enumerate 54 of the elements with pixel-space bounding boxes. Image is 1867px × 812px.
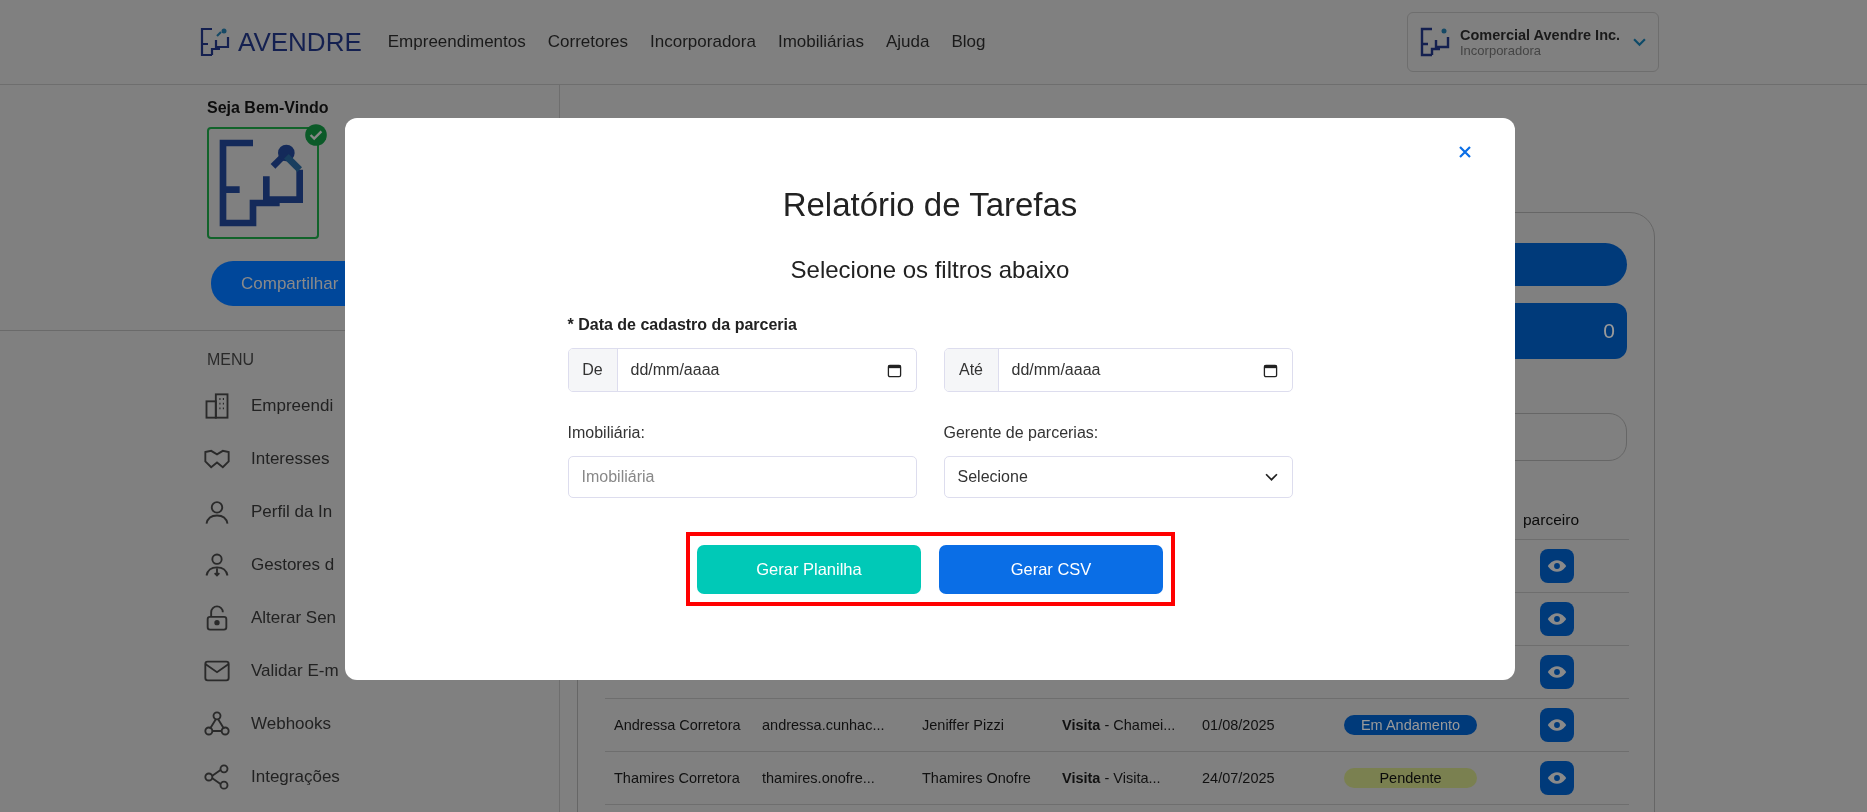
view-button[interactable] (1540, 708, 1574, 742)
view-button[interactable] (1540, 549, 1574, 583)
view-button[interactable] (1540, 602, 1574, 636)
nav-link[interactable]: Imobiliárias (777, 32, 864, 52)
table-cell: thamires.onofre... (762, 770, 875, 786)
menu-item[interactable]: Gestores d (203, 538, 559, 591)
menu-item[interactable]: Alterar Sen (203, 591, 559, 644)
table-cell: 01/08/2025 (1202, 717, 1275, 733)
nav-link[interactable]: Ajuda (885, 32, 930, 52)
nav-link[interactable]: Incorporadora (650, 32, 756, 52)
account-name: Comercial Avendre Inc. (1460, 26, 1621, 43)
menu-item[interactable]: Validar E-m (203, 644, 559, 697)
dialog-title: Relatório de Tarefas (782, 186, 1078, 224)
table-cell: Jeniffer Pizzi (922, 717, 1004, 733)
table-cell: Andressa Corretora (614, 717, 741, 733)
status-badge: Em Andamento (1344, 715, 1477, 735)
dialog-subtitle: Selecione os filtros abaixo (790, 256, 1070, 284)
brand-wordmark[interactable]: AVENDRE (238, 26, 362, 58)
manager-select[interactable]: Selecione (943, 456, 1293, 498)
menu-item[interactable]: Webhooks (203, 697, 559, 750)
menu-item[interactable]: Interesses (203, 432, 559, 485)
chevron-down-icon (1633, 37, 1646, 47)
table-cell: Thamires Corretora (614, 770, 740, 786)
nav-link[interactable]: Blog (951, 32, 986, 52)
table-cell: Visita - Chamei... (1062, 717, 1176, 733)
menu-item[interactable]: Integrações (203, 750, 559, 803)
counter-value: 0 (1603, 319, 1615, 343)
view-button[interactable] (1540, 655, 1574, 689)
table-cell: 24/07/2025 (1202, 770, 1275, 786)
account-switcher[interactable]: Comercial Avendre Inc. Incorporadora (1407, 12, 1659, 72)
welcome-text: Seja Bem-Vindo (207, 99, 330, 117)
nav-link[interactable]: Empreendimentos (387, 32, 526, 52)
share-icon (203, 762, 231, 791)
table-cell: andressa.cunhac... (762, 717, 885, 733)
field-label: Imobiliária: (567, 424, 646, 442)
account-role: Incorporadora (1460, 42, 1542, 58)
agency-input[interactable]: Imobiliária (567, 456, 917, 498)
view-button[interactable] (1540, 761, 1574, 795)
menu-item[interactable]: Perfil da In (203, 485, 559, 538)
close-icon (1459, 146, 1471, 158)
status-badge: Pendente (1344, 768, 1477, 788)
table-cell: Visita - Visita... (1062, 770, 1161, 786)
generate-button[interactable]: Gerar CSV (939, 544, 1163, 594)
webhook-icon (203, 709, 231, 738)
field-label: * Data de cadastro da parceria (567, 316, 798, 334)
menu-item[interactable]: Empreendi (203, 379, 559, 432)
floor-plan-logo-icon (200, 27, 230, 57)
chevron-down-icon (1264, 472, 1278, 482)
column-header: parceiro (1523, 511, 1579, 528)
table-cell: Thamires Onofre (922, 770, 1031, 786)
menu-heading: MENU (207, 351, 256, 369)
field-label: Gerente de parcerias: (943, 424, 1100, 442)
building-icon (203, 391, 231, 420)
nav-link[interactable]: Corretores (547, 32, 629, 52)
